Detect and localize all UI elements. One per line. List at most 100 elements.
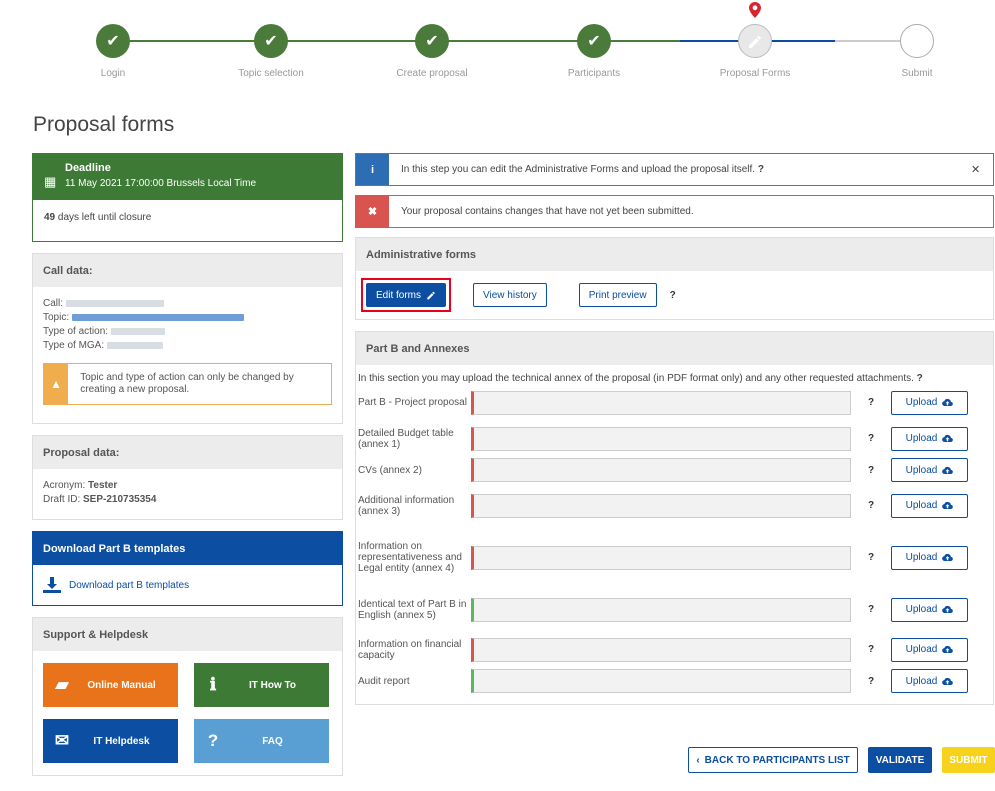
annex-list: Part B - Project proposal? Upload Detailed… (356, 386, 993, 693)
help-icon[interactable]: ? (670, 290, 676, 301)
help-icon[interactable]: ? (851, 644, 891, 655)
annex-row: Additional information (annex 3)? Upload (356, 485, 993, 526)
proposal-data-title: Proposal data: (33, 436, 342, 469)
upload-button[interactable]: Upload (891, 458, 968, 482)
step-create-proposal: ✔ Create proposal (362, 24, 502, 79)
check-icon: ✔ (96, 24, 130, 58)
envelope-icon: ✉ (54, 731, 70, 750)
edit-forms-button[interactable]: Edit forms (366, 283, 447, 307)
templates-card: Download Part B templates Download part … (32, 531, 343, 606)
step-label: Login (100, 68, 126, 79)
help-icon[interactable]: ? (917, 373, 923, 384)
help-icon[interactable]: ? (851, 500, 891, 511)
annex-file-field (471, 390, 851, 415)
call-data-body: Call: Topic: Type of action: Type of MGA… (33, 287, 342, 423)
check-icon: ✔ (415, 24, 449, 58)
help-icon[interactable]: ? (851, 465, 891, 476)
right-column: i In this step you can edit the Administ… (355, 153, 994, 716)
call-data-card: Call data: Call: Topic: Type of action: … (32, 253, 343, 424)
step-label: Topic selection (238, 68, 304, 79)
validate-button[interactable]: VALIDATE (868, 747, 932, 773)
deadline-title: Deadline (65, 162, 111, 174)
annex-file-field (471, 669, 851, 693)
step-submit: Submit (847, 24, 987, 79)
cloud-upload-icon (942, 605, 954, 613)
type-action-label: Type of action: (43, 326, 109, 337)
it-helpdesk-button[interactable]: ✉ IT Helpdesk (43, 719, 178, 763)
annex-file-field (471, 458, 851, 482)
upload-button[interactable]: Upload (891, 669, 968, 693)
left-column: ▦ Deadline 11 May 2021 17:00:00 Brussels… (32, 153, 343, 787)
upload-button[interactable]: Upload (891, 545, 968, 570)
cloud-upload-icon (942, 466, 954, 474)
help-icon[interactable]: ? (851, 604, 891, 615)
online-manual-button[interactable]: ▰ Online Manual (43, 663, 178, 707)
annex-label: Information on financial capacity (358, 638, 462, 661)
deadline-date: 11 May 2021 17:00:00 Brussels Local Time (65, 178, 257, 189)
help-icon[interactable]: ? (851, 552, 891, 563)
step-label: Participants (567, 68, 621, 79)
warning-text: Topic and type of action can only be cha… (80, 372, 294, 395)
deadline-card: ▦ Deadline 11 May 2021 17:00:00 Brussels… (32, 153, 343, 242)
highlight-box: Edit forms (361, 278, 452, 312)
step-participants: ✔ Participants (524, 24, 664, 79)
it-helpdesk-label: IT Helpdesk (93, 735, 150, 747)
upload-button[interactable]: Upload (891, 637, 968, 662)
calendar-icon: ▦ (44, 174, 57, 189)
admin-forms-section: Administrative forms Edit forms View his… (355, 237, 994, 320)
annex-row: Detailed Budget table (annex 1)? Upload (356, 422, 993, 455)
step-proposal-forms: Proposal Forms (685, 24, 825, 79)
step-login: ✔ Login (43, 24, 183, 79)
close-icon[interactable]: ✕ (971, 163, 993, 176)
download-templates-link[interactable]: Download part B templates (69, 580, 189, 591)
draft-id-value: SEP-210735354 (83, 494, 157, 505)
topic-label: Topic: (43, 312, 70, 323)
annex-label: Audit report (358, 675, 410, 687)
info-icon: ℹ (209, 675, 217, 694)
support-buttons: ▰ Online Manual ℹ IT How To ✉ IT Helpdes… (33, 651, 342, 775)
support-title: Support & Helpdesk (33, 618, 342, 651)
annex-label: CVs (annex 2) (358, 464, 422, 476)
admin-forms-buttons: Edit forms View history Print preview ? (356, 271, 993, 319)
annex-row: CVs (annex 2)? Upload (356, 458, 993, 482)
help-icon[interactable]: ? (851, 676, 891, 687)
cloud-upload-icon (942, 434, 954, 442)
cloud-upload-icon (942, 677, 954, 685)
print-preview-button[interactable]: Print preview (578, 283, 657, 307)
annex-file-field (471, 426, 851, 451)
empty-circle-icon (900, 24, 934, 58)
redacted-value (65, 299, 164, 307)
faq-button[interactable]: ? FAQ (194, 719, 329, 763)
days-text: days left until closure (57, 212, 152, 223)
acronym-label: Acronym: (43, 480, 86, 491)
redacted-value (71, 313, 244, 321)
submit-button[interactable]: SUBMIT (942, 747, 995, 773)
it-how-to-button[interactable]: ℹ IT How To (194, 663, 329, 707)
upload-button[interactable]: Upload (891, 597, 968, 622)
annex-file-field (471, 637, 851, 662)
help-icon[interactable]: ? (851, 397, 891, 408)
pencil-icon (427, 291, 435, 300)
annex-row: Information on representativeness and Le… (356, 529, 993, 586)
help-icon[interactable]: ? (851, 433, 891, 444)
online-manual-label: Online Manual (87, 679, 156, 691)
deadline-header: ▦ Deadline 11 May 2021 17:00:00 Brussels… (33, 154, 342, 200)
chevron-left-icon: ‹ (696, 754, 700, 766)
back-to-participants-button[interactable]: ‹ BACK TO PARTICIPANTS LIST (688, 747, 858, 773)
question-circle-icon: ? (207, 731, 219, 750)
templates-body: Download part B templates (33, 565, 342, 605)
upload-button[interactable]: Upload (891, 390, 968, 415)
cloud-upload-icon (942, 398, 954, 406)
help-icon[interactable]: ? (758, 164, 764, 175)
upload-button[interactable]: Upload (891, 426, 968, 451)
step-label: Proposal Forms (719, 68, 791, 79)
page-title: Proposal forms (33, 113, 175, 136)
upload-button[interactable]: Upload (891, 493, 968, 518)
acronym-value: Tester (88, 480, 118, 491)
view-history-button[interactable]: View history (473, 283, 547, 307)
location-pin-icon (749, 2, 761, 18)
annexes-title: Part B and Annexes (356, 332, 993, 365)
annex-label: Part B - Project proposal (358, 397, 467, 408)
annex-row: Part B - Project proposal? Upload (356, 386, 993, 419)
warning-icon: ▲ (44, 364, 69, 404)
